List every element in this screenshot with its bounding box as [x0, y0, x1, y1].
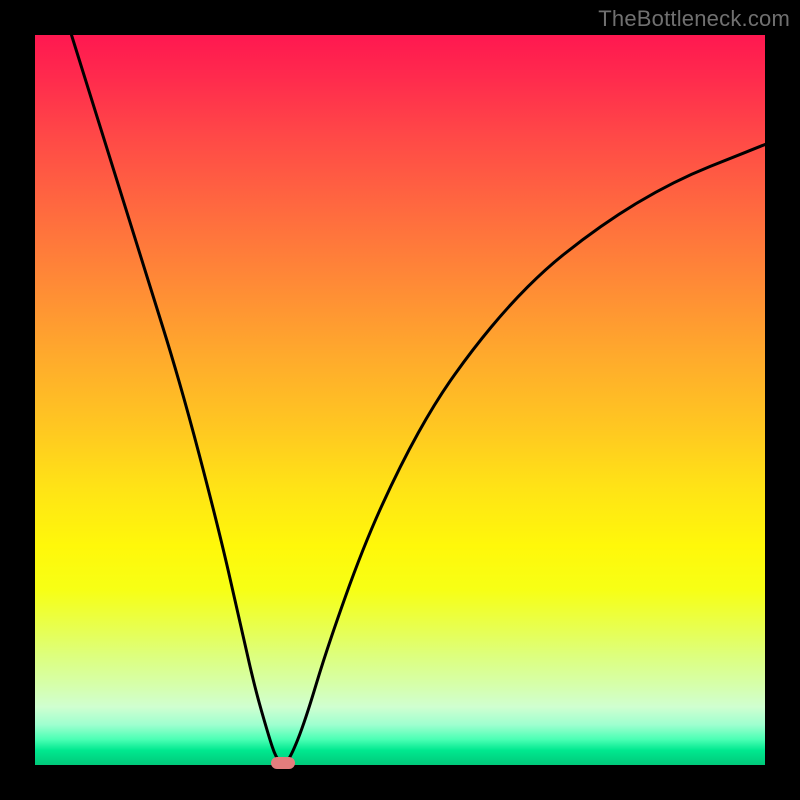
plot-area: [35, 35, 765, 765]
curve-minimum-marker: [271, 757, 295, 769]
bottleneck-curve: [35, 35, 765, 765]
watermark-text: TheBottleneck.com: [598, 6, 790, 32]
chart-frame: TheBottleneck.com: [0, 0, 800, 800]
